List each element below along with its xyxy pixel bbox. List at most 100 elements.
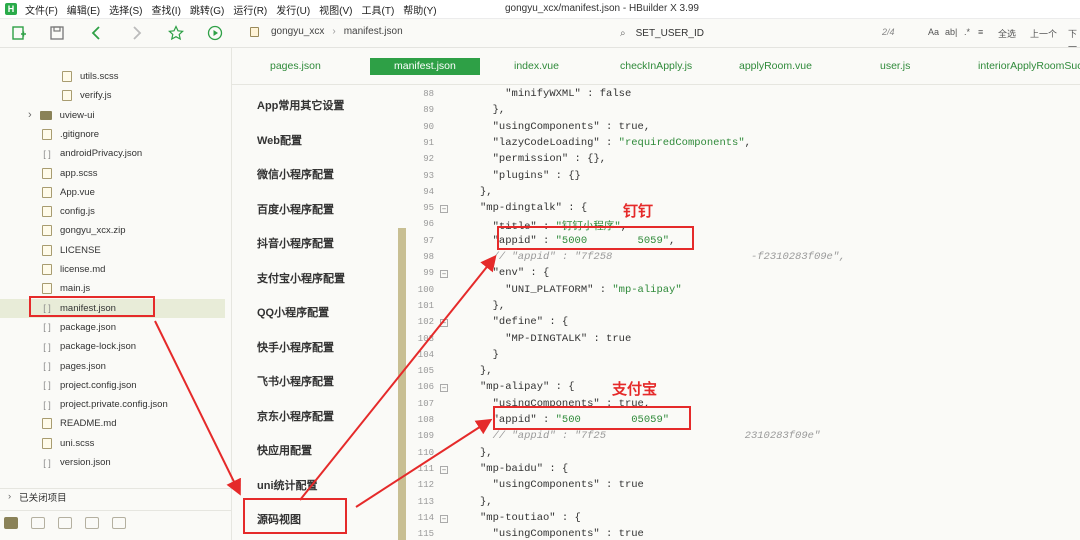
tree-item[interactable]: app.scss xyxy=(0,164,225,183)
settings-nav-item[interactable]: 源码视图 xyxy=(257,511,301,527)
whole-word-toggle[interactable]: ab| xyxy=(945,27,957,37)
tree-item[interactable]: verify.js xyxy=(0,86,225,105)
tree-item[interactable]: config.js xyxy=(0,202,225,221)
markdown-icon xyxy=(42,418,52,430)
tree-item[interactable]: › uview-ui xyxy=(0,106,225,125)
tree-item[interactable]: main.js xyxy=(0,279,225,298)
code-line: "usingComponents" : true, xyxy=(492,120,651,133)
tree-item[interactable]: [ ] package.json xyxy=(0,318,225,337)
save-icon[interactable] xyxy=(48,24,66,42)
toolbar: gongyu_xcx › manifest.json ⌕ 2/4 Aa ab| … xyxy=(0,19,1080,52)
chevron-right-icon[interactable]: › xyxy=(28,109,32,121)
tree-item-label: project.config.json xyxy=(60,379,137,391)
cloud-icon[interactable] xyxy=(112,516,126,529)
menu-item-6[interactable]: 发行(U) xyxy=(276,2,310,17)
tree-item[interactable]: App.vue xyxy=(0,183,225,202)
code-editor[interactable]: 88 "minifyWXML" : false 89 }, 90 "usingCom… xyxy=(406,85,1080,540)
menu-item-5[interactable]: 运行(R) xyxy=(233,2,267,17)
window-title: gongyu_xcx/manifest.json - HBuilder X 3.… xyxy=(505,3,699,14)
back-icon[interactable] xyxy=(88,24,106,42)
menu-item-1[interactable]: 编辑(E) xyxy=(67,2,100,17)
plugin-icon[interactable] xyxy=(31,516,45,529)
menu-item-4[interactable]: 跳转(G) xyxy=(190,2,224,17)
project-view-icon[interactable] xyxy=(4,516,18,529)
tree-item[interactable]: [ ] package-lock.json xyxy=(0,337,225,356)
fold-toggle-icon[interactable]: − xyxy=(440,270,448,279)
chevron-right-icon: › xyxy=(8,491,12,502)
fold-toggle-icon[interactable]: − xyxy=(440,319,448,328)
chevron-right-icon: › xyxy=(332,26,336,37)
settings-nav-item[interactable]: 京东小程序配置 xyxy=(257,408,334,424)
select-all-button[interactable]: 全选 xyxy=(998,27,1016,40)
fold-toggle-icon[interactable]: − xyxy=(440,205,448,214)
settings-nav-item[interactable]: 微信小程序配置 xyxy=(257,166,334,182)
json-icon: [ ] xyxy=(43,399,51,410)
menu-item-3[interactable]: 查找(I) xyxy=(151,2,180,17)
tab-interiorapplyroomsuc[interactable]: interiorApplyRoomSuc xyxy=(978,60,1080,74)
nav-scrollbar[interactable] xyxy=(398,228,406,540)
match-case-toggle[interactable]: Aa xyxy=(928,27,939,37)
tree-item[interactable]: license.md xyxy=(0,260,225,279)
tree-item[interactable]: [ ] version.json xyxy=(0,453,225,472)
settings-nav-item[interactable]: 百度小程序配置 xyxy=(257,201,334,217)
menu-item-0[interactable]: 文件(F) xyxy=(25,2,58,17)
code-line: "usingComponents" : true, xyxy=(492,397,651,410)
tab-checkinapply-js[interactable]: checkInApply.js xyxy=(620,60,692,74)
menu-item-2[interactable]: 选择(S) xyxy=(109,2,142,17)
tree-item[interactable]: gongyu_xcx.zip xyxy=(0,221,225,240)
settings-nav-item[interactable]: uni统计配置 xyxy=(257,477,318,493)
code-line: "MP-DINGTALK" : true xyxy=(505,332,632,345)
favorite-star-icon[interactable] xyxy=(167,24,185,42)
tab-applyroom-vue[interactable]: applyRoom.vue xyxy=(739,60,812,74)
menu-item-9[interactable]: 帮助(Y) xyxy=(403,2,436,17)
tree-item[interactable]: [ ] pages.json xyxy=(0,357,225,376)
json-icon: [ ] xyxy=(43,341,51,352)
tab-user-js[interactable]: user.js xyxy=(880,60,910,74)
previous-match-button[interactable]: 上一个 xyxy=(1030,27,1057,40)
run-icon[interactable] xyxy=(206,24,224,42)
tree-item[interactable]: .gitignore xyxy=(0,125,225,144)
tree-item[interactable]: uni.scss xyxy=(0,434,225,453)
tab-pages-json[interactable]: pages.json xyxy=(270,60,321,74)
breadcrumb-file[interactable]: manifest.json xyxy=(344,26,403,37)
tree-item[interactable]: [ ] project.config.json xyxy=(0,376,225,395)
code-line: "UNI_PLATFORM" : "mp-alipay" xyxy=(505,283,682,296)
tab-index-vue[interactable]: index.vue xyxy=(514,60,559,74)
search-input[interactable] xyxy=(635,27,836,39)
tree-item[interactable]: [ ] manifest.json xyxy=(0,298,225,318)
tree-item[interactable]: README.md xyxy=(0,414,225,433)
settings-nav-item[interactable]: 快手小程序配置 xyxy=(257,339,334,355)
settings-nav-item[interactable]: Web配置 xyxy=(257,132,302,148)
settings-nav-item[interactable]: 快应用配置 xyxy=(257,442,312,458)
tree-item[interactable]: utils.scss xyxy=(0,67,225,86)
tree-item-label: package.json xyxy=(60,321,116,333)
line-number: 108 xyxy=(417,415,434,425)
tree-item[interactable]: LICENSE xyxy=(0,241,225,260)
line-number: 107 xyxy=(417,398,434,409)
book-icon[interactable] xyxy=(58,516,72,529)
breadcrumb-project[interactable]: gongyu_xcx xyxy=(271,26,324,37)
settings-nav-item[interactable]: 支付宝小程序配置 xyxy=(257,270,345,286)
debug-icon[interactable] xyxy=(85,516,99,529)
settings-nav-item[interactable]: 抖音小程序配置 xyxy=(257,235,334,251)
folder-icon xyxy=(39,110,52,120)
tree-item[interactable]: [ ] androidPrivacy.json xyxy=(0,144,225,163)
code-line: "mp-baidu" : { xyxy=(480,462,569,475)
line-number: 100 xyxy=(417,284,434,295)
settings-nav-item[interactable]: 飞书小程序配置 xyxy=(257,373,334,389)
regex-toggle[interactable]: .* xyxy=(964,27,970,37)
new-file-icon[interactable] xyxy=(10,24,28,42)
fold-toggle-icon[interactable]: − xyxy=(440,384,448,393)
tab-manifest-json[interactable]: manifest.json xyxy=(370,58,480,75)
fold-toggle-icon[interactable]: − xyxy=(440,514,448,523)
menu-item-7[interactable]: 视图(V) xyxy=(319,2,352,17)
fold-toggle-icon[interactable]: − xyxy=(440,465,448,474)
forward-icon[interactable] xyxy=(127,24,145,42)
closed-projects-section[interactable]: › 已关闭项目 xyxy=(0,488,231,504)
settings-nav-item[interactable]: App常用其它设置 xyxy=(257,97,344,113)
settings-nav-item[interactable]: QQ小程序配置 xyxy=(257,304,329,320)
line-number: 111 xyxy=(417,463,434,474)
menu-item-8[interactable]: 工具(T) xyxy=(362,2,395,17)
list-icon[interactable]: ≡ xyxy=(978,27,983,37)
tree-item[interactable]: [ ] project.private.config.json xyxy=(0,395,225,414)
